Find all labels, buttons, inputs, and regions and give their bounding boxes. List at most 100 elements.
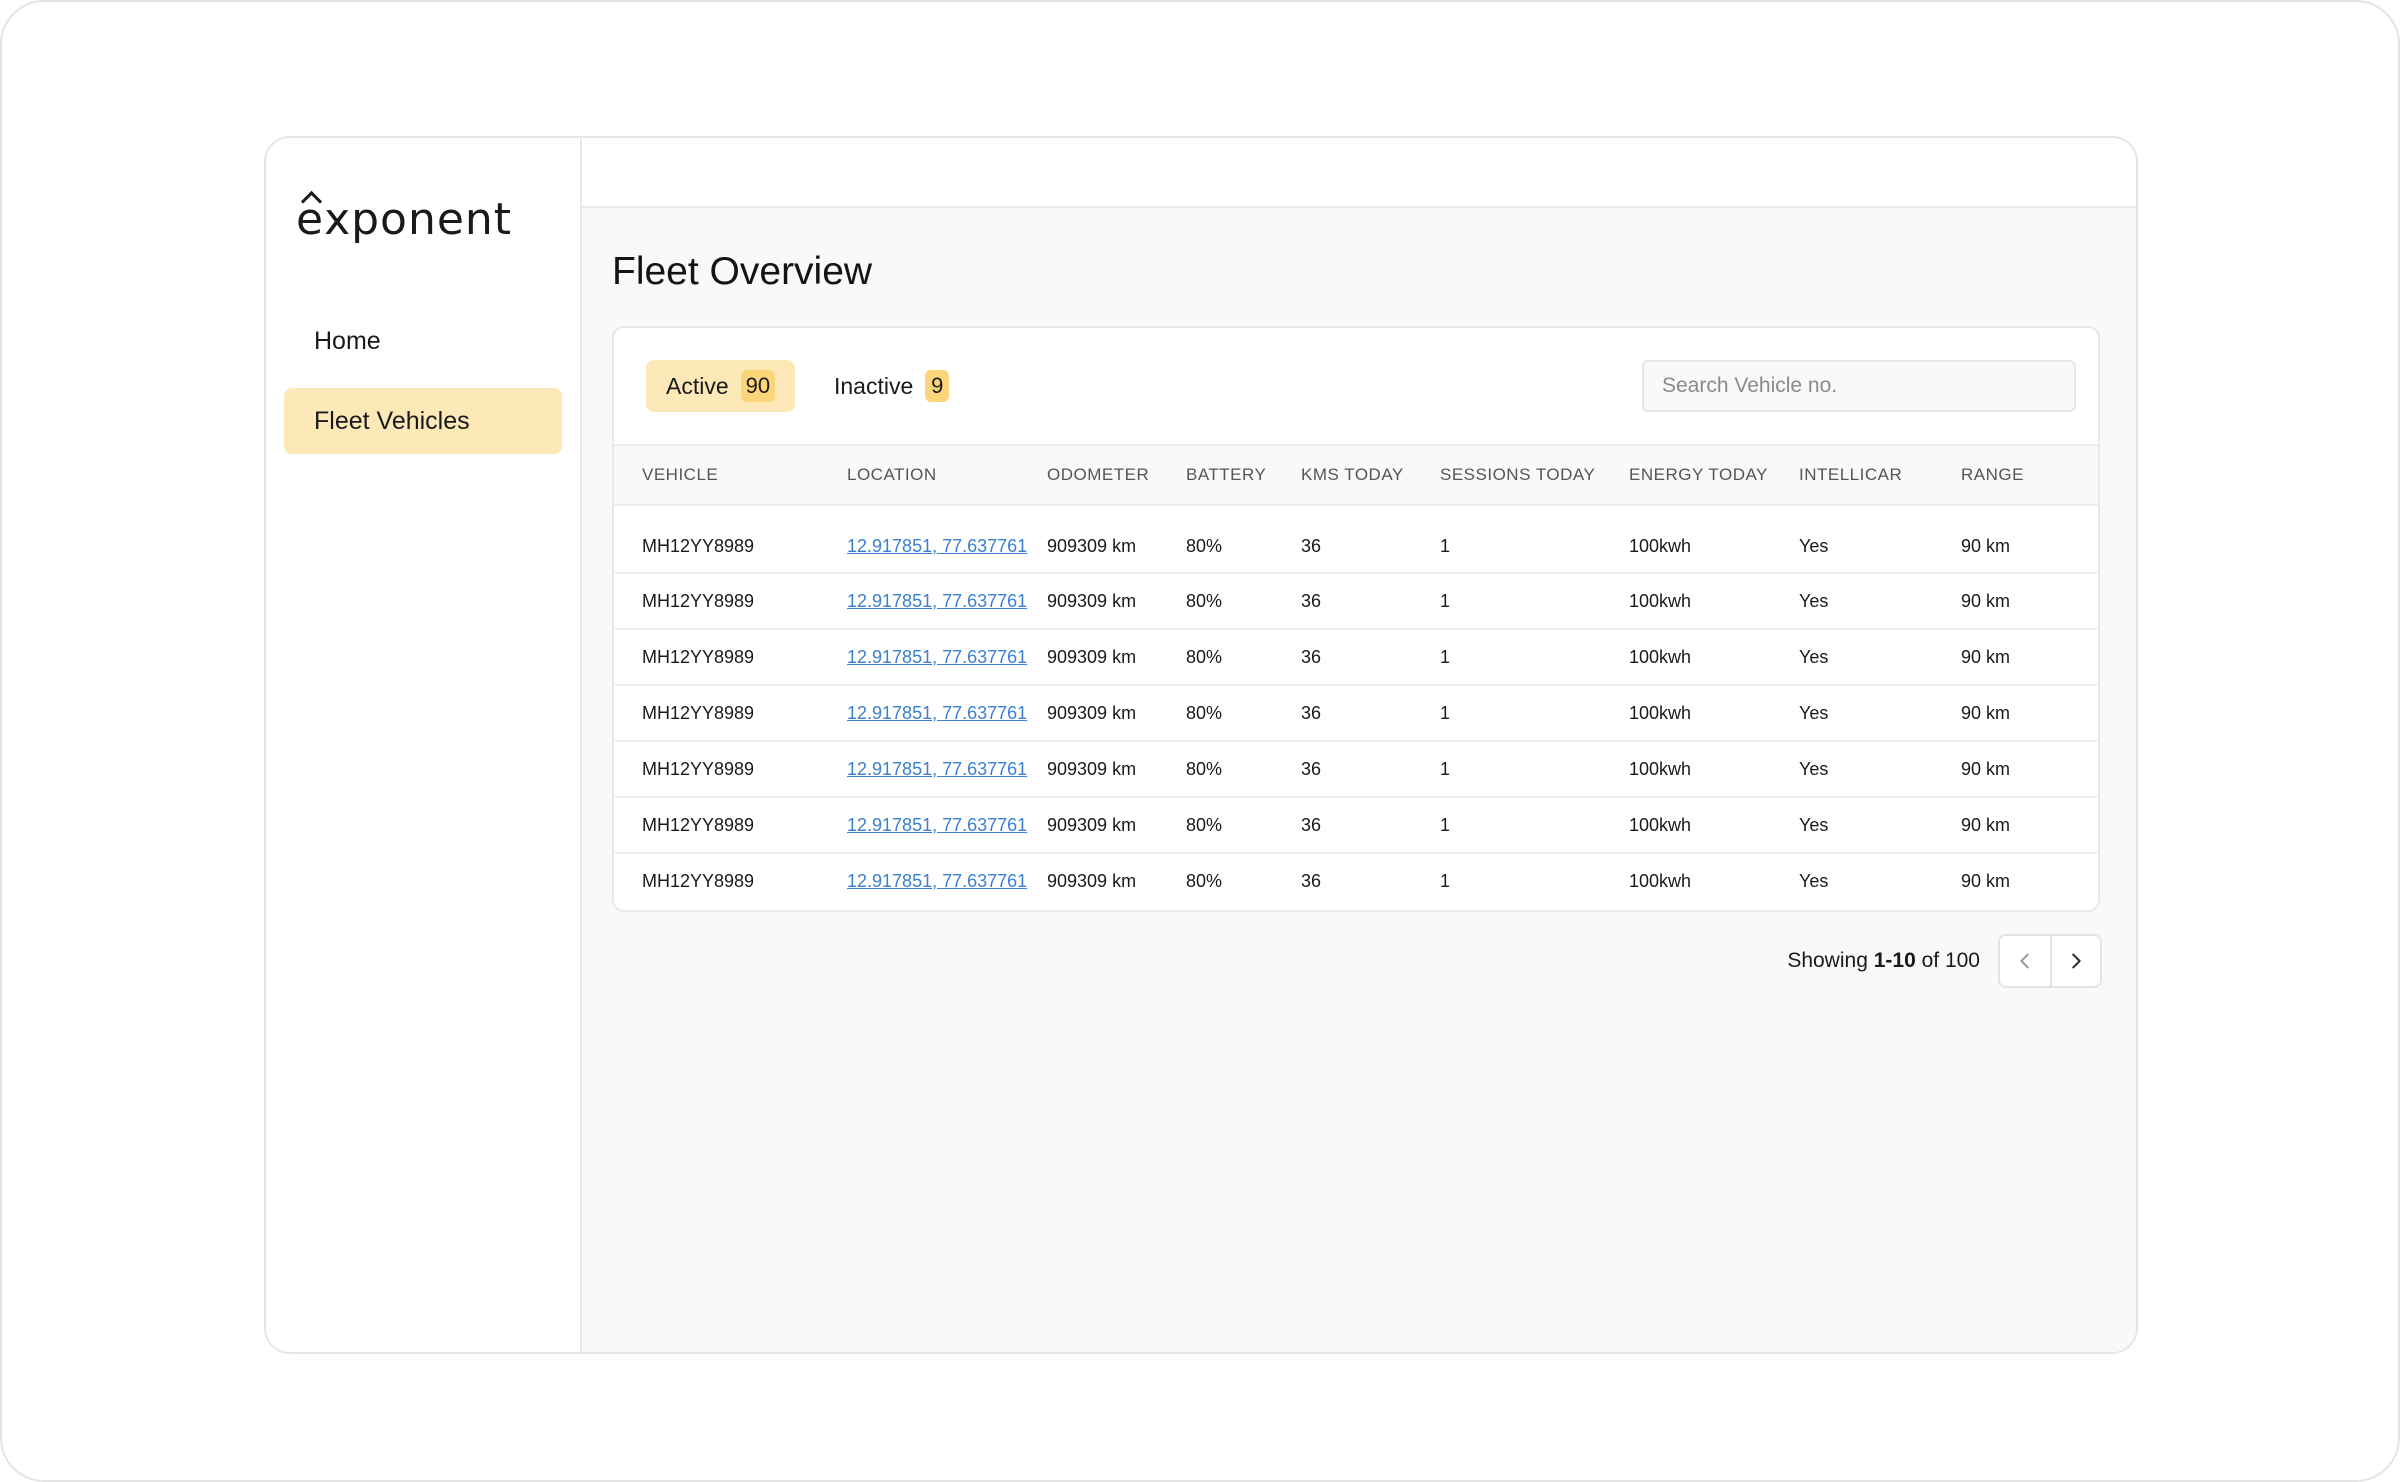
cell-intellicar: Yes [1799,871,1829,891]
location-link[interactable]: 12.917851, 77.637761 [847,647,1027,667]
logo-hat-letter: e [296,194,325,245]
column-header-vehicle[interactable]: VEHICLE [614,445,819,505]
cell-vehicle: MH12YY8989 [642,646,755,667]
cell-odometer: 909309 km [1047,702,1137,723]
cell-odometer: 909309 km [1047,758,1137,779]
cell-kms-today: 36 [1301,535,1322,556]
cell-location: 12.917851, 77.637761 [819,853,1027,909]
cell-vehicle: MH12YY8989 [642,814,755,835]
cell-battery: 80% [1186,702,1223,723]
cell-sessions-today: 1 [1440,758,1451,779]
column-header-sessions-today[interactable]: SESSIONS TODAY [1412,445,1601,505]
cell-range: 90 km [1961,814,2011,835]
cell-sessions-today: 1 [1440,646,1451,667]
tabs-row: Active 90 Inactive 9 [614,328,2098,444]
table-row[interactable]: MH12YY8989 12.917851, 77.637761 909309 k… [614,505,2098,573]
chevron-right-icon [2072,953,2081,969]
table-row[interactable]: MH12YY8989 12.917851, 77.637761 909309 k… [614,685,2098,741]
app-window: exponent Home Fleet Vehicles Fleet Overv… [264,136,2138,1354]
cell-odometer: 909309 km [1047,646,1137,667]
cell-location: 12.917851, 77.637761 [819,505,1027,573]
cell-vehicle: MH12YY8989 [642,535,755,556]
cell-battery: 80% [1186,535,1223,556]
cell-location: 12.917851, 77.637761 [819,685,1027,741]
next-page-button[interactable] [2050,936,2100,986]
cell-battery: 80% [1186,871,1223,891]
location-link[interactable]: 12.917851, 77.637761 [847,871,1027,891]
cell-energy-today: 100kwh [1629,871,1692,891]
location-link[interactable]: 12.917851, 77.637761 [847,703,1027,723]
vehicles-table: VEHICLE LOCATION ODOMETER BATTERY KMS TO… [614,444,2098,909]
cell-energy-today: 100kwh [1629,535,1692,556]
cell-battery: 80% [1186,646,1223,667]
sidebar-item-home[interactable]: Home [284,308,562,374]
pagination-range: 1-10 [1873,949,1916,972]
column-header-range[interactable]: RANGE [1933,445,2098,505]
location-link[interactable]: 12.917851, 77.637761 [847,815,1027,835]
sidebar-item-label: Fleet Vehicles [314,406,470,435]
tab-inactive[interactable]: Inactive 9 [814,360,969,412]
cell-intellicar: Yes [1799,702,1829,723]
column-header-location[interactable]: LOCATION [819,445,1019,505]
cell-battery: 80% [1186,590,1223,611]
cell-odometer: 909309 km [1047,590,1137,611]
cell-energy-today: 100kwh [1629,590,1692,611]
logo[interactable]: exponent [296,194,512,245]
search-input[interactable] [1642,360,2076,412]
table-body: MH12YY8989 12.917851, 77.637761 909309 k… [614,505,2098,909]
column-header-energy-today[interactable]: ENERGY TODAY [1601,445,1771,505]
cell-energy-today: 100kwh [1629,646,1692,667]
cell-intellicar: Yes [1799,758,1829,779]
pagination-controls [1998,934,2102,988]
page-title: Fleet Overview [612,250,873,293]
cell-range: 90 km [1961,702,2011,723]
cell-location: 12.917851, 77.637761 [819,741,1027,797]
cell-sessions-today: 1 [1440,535,1451,556]
cell-range: 90 km [1961,535,2011,556]
sidebar-item-fleet-vehicles[interactable]: Fleet Vehicles [284,388,562,454]
column-header-odometer[interactable]: ODOMETER [1019,445,1158,505]
cell-sessions-today: 1 [1440,590,1451,611]
cell-sessions-today: 1 [1440,814,1451,835]
cell-kms-today: 36 [1301,646,1322,667]
cell-intellicar: Yes [1799,535,1829,556]
pagination-summary: Showing 1-10 of 100 [1787,949,1980,973]
location-link[interactable]: 12.917851, 77.637761 [847,591,1027,611]
vehicles-card: Active 90 Inactive 9 Search Vehicle no. … [612,326,2100,912]
location-link[interactable]: 12.917851, 77.637761 [847,759,1027,779]
cell-kms-today: 36 [1301,758,1322,779]
pagination-total: 100 [1944,949,1980,972]
cell-range: 90 km [1961,590,2011,611]
cell-battery: 80% [1186,814,1223,835]
cell-intellicar: Yes [1799,814,1829,835]
column-header-kms-today[interactable]: KMS TODAY [1273,445,1412,505]
column-header-intellicar[interactable]: INTELLICAR [1771,445,1933,505]
top-bar [582,138,2136,208]
table-row[interactable]: MH12YY8989 12.917851, 77.637761 909309 k… [614,853,2098,909]
count-badge: 9 [925,370,950,402]
chevron-left-icon [2020,953,2029,969]
cell-range: 90 km [1961,646,2011,667]
cell-odometer: 909309 km [1047,535,1137,556]
device-frame: exponent Home Fleet Vehicles Fleet Overv… [0,0,2400,1482]
table-row[interactable]: MH12YY8989 12.917851, 77.637761 909309 k… [614,573,2098,629]
sidebar: exponent Home Fleet Vehicles [266,138,582,1352]
pagination-prefix: Showing [1787,949,1868,972]
column-header-battery[interactable]: BATTERY [1158,445,1273,505]
location-link[interactable]: 12.917851, 77.637761 [847,536,1027,556]
table-row[interactable]: MH12YY8989 12.917851, 77.637761 909309 k… [614,741,2098,797]
cell-energy-today: 100kwh [1629,814,1692,835]
cell-odometer: 909309 km [1047,871,1137,891]
table-row[interactable]: MH12YY8989 12.917851, 77.637761 909309 k… [614,797,2098,853]
table-row[interactable]: MH12YY8989 12.917851, 77.637761 909309 k… [614,629,2098,685]
pagination: Showing 1-10 of 100 [1787,934,2102,988]
cell-vehicle: MH12YY8989 [642,702,755,723]
cell-energy-today: 100kwh [1629,702,1692,723]
tab-active[interactable]: Active 90 [646,360,796,412]
cell-intellicar: Yes [1799,590,1829,611]
cell-location: 12.917851, 77.637761 [819,629,1027,685]
tab-label: Active [666,372,729,399]
prev-page-button[interactable] [2000,936,2050,986]
tab-label: Inactive [834,372,914,399]
cell-vehicle: MH12YY8989 [642,758,755,779]
